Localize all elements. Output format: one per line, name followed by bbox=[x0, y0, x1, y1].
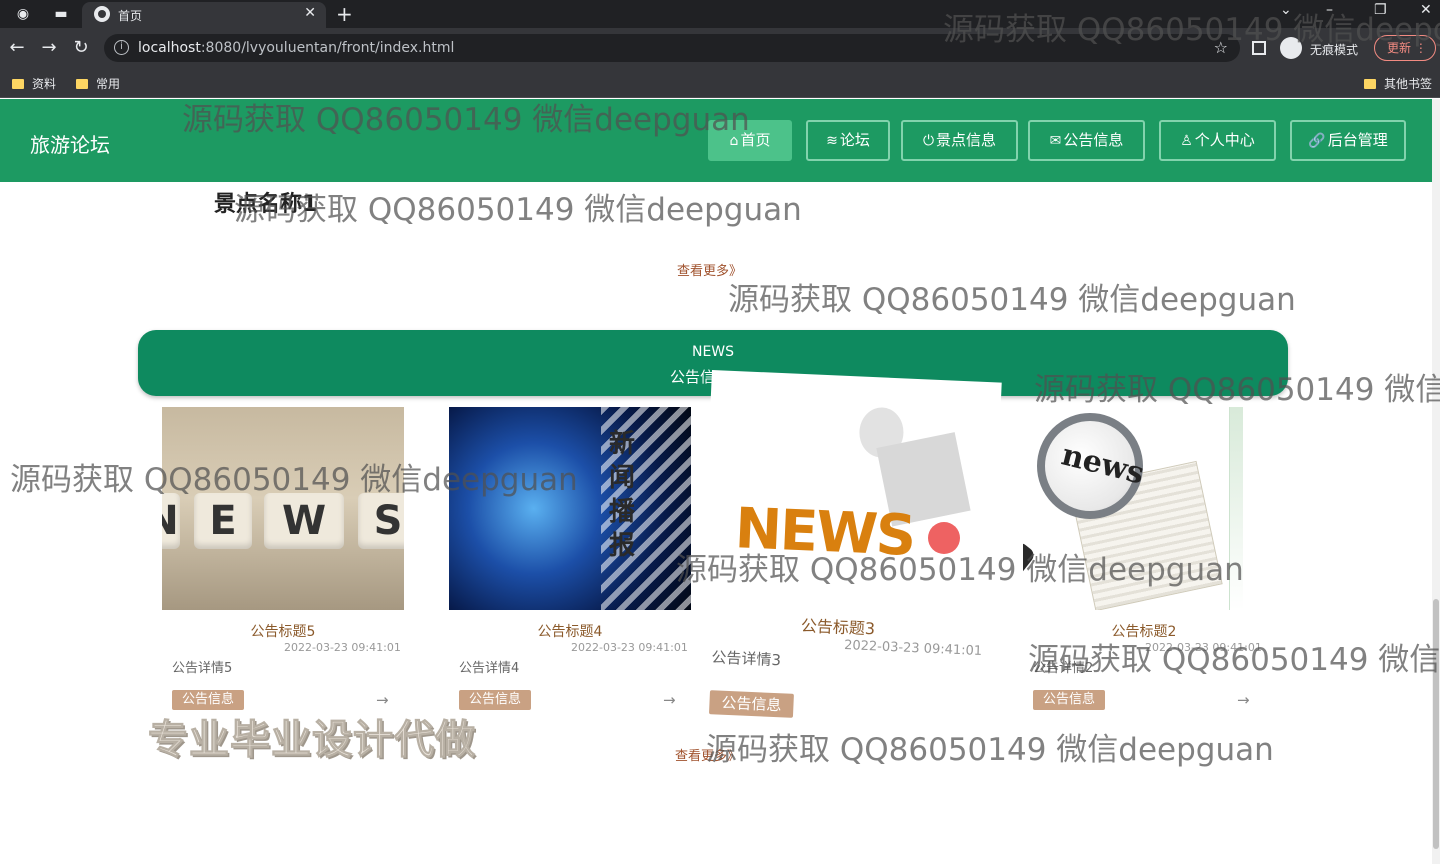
browser-tab-home[interactable]: 首页 ✕ bbox=[82, 2, 326, 28]
news-card-time: 2022-03-23 09:41:01 bbox=[284, 641, 401, 654]
globe-icon bbox=[94, 6, 110, 22]
tab-title: 首页 bbox=[118, 9, 143, 23]
url-text: localhost:8080/lvyouluentan/front/index.… bbox=[138, 40, 455, 56]
bookmark-folder-ziliao[interactable]: 资料 bbox=[12, 75, 56, 92]
watermark: 源码获取 QQ86050149 微信deepguan bbox=[234, 192, 802, 228]
dice-letter: W bbox=[264, 493, 344, 549]
arrow-right-icon[interactable]: → bbox=[1237, 691, 1250, 709]
watermark: 源码获取 QQ86050149 微信deepguan bbox=[706, 732, 1274, 768]
browser-menu-icon[interactable]: ◉ bbox=[14, 5, 32, 23]
watermark: 源码获取 QQ86050149 微信deepguan bbox=[10, 462, 578, 498]
site-info-icon[interactable]: i bbox=[114, 40, 129, 55]
news-banner-en: NEWS bbox=[691, 344, 735, 360]
watermark: 源码获取 QQ86050149 微信deepguan bbox=[728, 282, 1296, 318]
watermark: 源码获取 QQ86050149 微信deepgu bbox=[943, 12, 1440, 48]
bookmark-folder-changyong[interactable]: 常用 bbox=[76, 75, 120, 92]
close-tab-icon[interactable]: ✕ bbox=[304, 5, 316, 21]
forward-icon[interactable]: → bbox=[38, 37, 60, 59]
news-card-image[interactable]: N E W S bbox=[162, 407, 404, 610]
dice-letter: S bbox=[358, 493, 404, 549]
tab-search-icon[interactable]: ▬ bbox=[52, 5, 70, 23]
watermark: 源码获取 QQ86050149 微信deepguan bbox=[676, 552, 1244, 588]
user-icon: ♙ bbox=[1180, 133, 1193, 149]
dice-letter: E bbox=[194, 493, 252, 549]
news-card-tag: 公告信息 bbox=[708, 690, 794, 718]
arrow-right-icon[interactable]: → bbox=[663, 691, 676, 709]
news-card-time: 2022-03-23 09:41:01 bbox=[843, 638, 983, 660]
layers-icon: ≋ bbox=[826, 133, 838, 149]
dice-letter: N bbox=[162, 493, 180, 549]
news-card-title[interactable]: 公告标题4 bbox=[449, 621, 691, 641]
nav-admin[interactable]: 🔗 后台管理 bbox=[1290, 120, 1406, 161]
site-brand[interactable]: 旅游论坛 bbox=[30, 129, 110, 158]
news-card-desc: 公告详情3 bbox=[711, 648, 782, 670]
reload-icon[interactable]: ↻ bbox=[70, 37, 92, 59]
other-bookmarks[interactable]: 其他书签 bbox=[1364, 75, 1432, 92]
new-tab-button[interactable]: + bbox=[336, 2, 353, 26]
folder-icon bbox=[1364, 79, 1376, 89]
folder-icon bbox=[12, 79, 24, 89]
back-icon[interactable]: ← bbox=[6, 37, 28, 59]
watermark: 源码获取 QQ86050149 微信d bbox=[1034, 372, 1440, 408]
folder-icon bbox=[76, 79, 88, 89]
nav-forum[interactable]: ≋ 论坛 bbox=[806, 120, 890, 161]
vertical-news-text: 新闻播报 bbox=[609, 429, 636, 561]
news-card-image[interactable]: 新闻播报 bbox=[449, 407, 691, 610]
news-card-title[interactable]: 公告标题3 bbox=[800, 612, 876, 639]
power-icon: ⏻ bbox=[922, 133, 935, 149]
watermark: 源码获取 QQ86050149 微信deepguan bbox=[182, 102, 750, 138]
promo-text: 专业毕业设计代做 bbox=[148, 717, 476, 764]
nav-profile[interactable]: ♙ 个人中心 bbox=[1159, 120, 1276, 161]
news-card-desc: 公告详情4 bbox=[459, 661, 520, 676]
link-icon: 🔗 bbox=[1308, 133, 1326, 149]
nav-notices[interactable]: ✉ 公告信息 bbox=[1028, 120, 1145, 161]
news-card-desc: 公告详情5 bbox=[172, 661, 233, 676]
mail-icon: ✉ bbox=[1049, 133, 1062, 149]
news-banner-cn: 公告信 bbox=[670, 368, 716, 386]
news-card-tag: 公告信息 bbox=[1033, 690, 1106, 710]
nav-spots[interactable]: ⏻ 景点信息 bbox=[901, 120, 1018, 161]
news-card-time: 2022-03-23 09:41:01 bbox=[571, 641, 688, 654]
page-scrollbar[interactable] bbox=[1432, 99, 1440, 864]
news-card-title[interactable]: 公告标题5 bbox=[162, 621, 404, 641]
watermark: 源码获取 QQ86050149 微信d bbox=[1028, 642, 1440, 678]
